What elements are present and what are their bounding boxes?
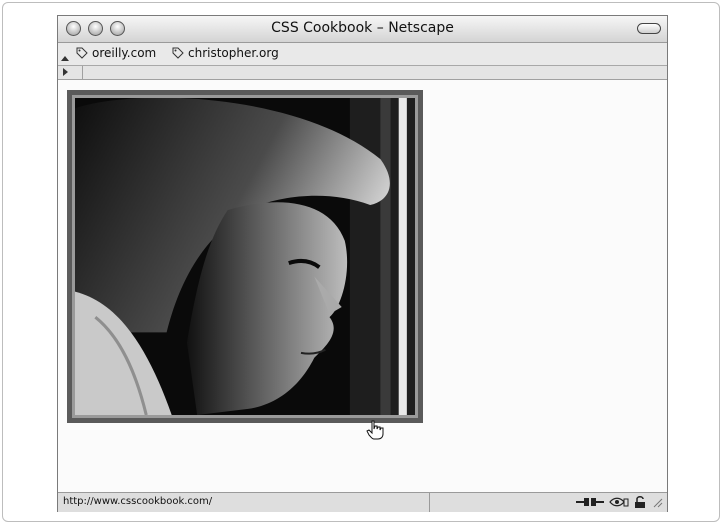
sidebar-expand-icon[interactable] [63, 68, 68, 76]
page-content [58, 80, 667, 490]
bookmark-label: oreilly.com [92, 46, 157, 60]
divider [82, 66, 83, 79]
lock-icon[interactable] [633, 495, 647, 509]
visibility-icon[interactable] [609, 496, 629, 508]
connection-icon[interactable] [575, 496, 605, 508]
hand-pointer-icon [366, 420, 384, 440]
tag-icon [76, 47, 88, 59]
bookmark-label: christopher.org [188, 46, 279, 60]
tag-icon [172, 47, 184, 59]
photo-portrait [72, 95, 418, 418]
framed-photo[interactable] [67, 90, 423, 423]
sidebar-strip [58, 66, 667, 80]
resize-grip-icon[interactable] [651, 496, 663, 508]
portrait-image [75, 98, 415, 415]
divider [429, 493, 430, 512]
status-url: http://www.csscookbook.com/ [63, 496, 213, 507]
status-bar: http://www.csscookbook.com/ [58, 492, 667, 512]
collapse-toolbar-icon[interactable] [61, 56, 69, 61]
bookmark-christopher[interactable]: christopher.org [172, 46, 279, 60]
toolbar-toggle-button[interactable] [637, 23, 661, 34]
window-title: CSS Cookbook – Netscape [271, 20, 454, 36]
bookmark-oreilly[interactable]: oreilly.com [76, 46, 156, 60]
bookmarks-bar: oreilly.com christopher.org [58, 43, 667, 66]
title-bar: CSS Cookbook – Netscape [58, 16, 667, 43]
browser-window: CSS Cookbook – Netscape oreilly.com chri… [57, 15, 668, 512]
status-icons [575, 495, 663, 509]
